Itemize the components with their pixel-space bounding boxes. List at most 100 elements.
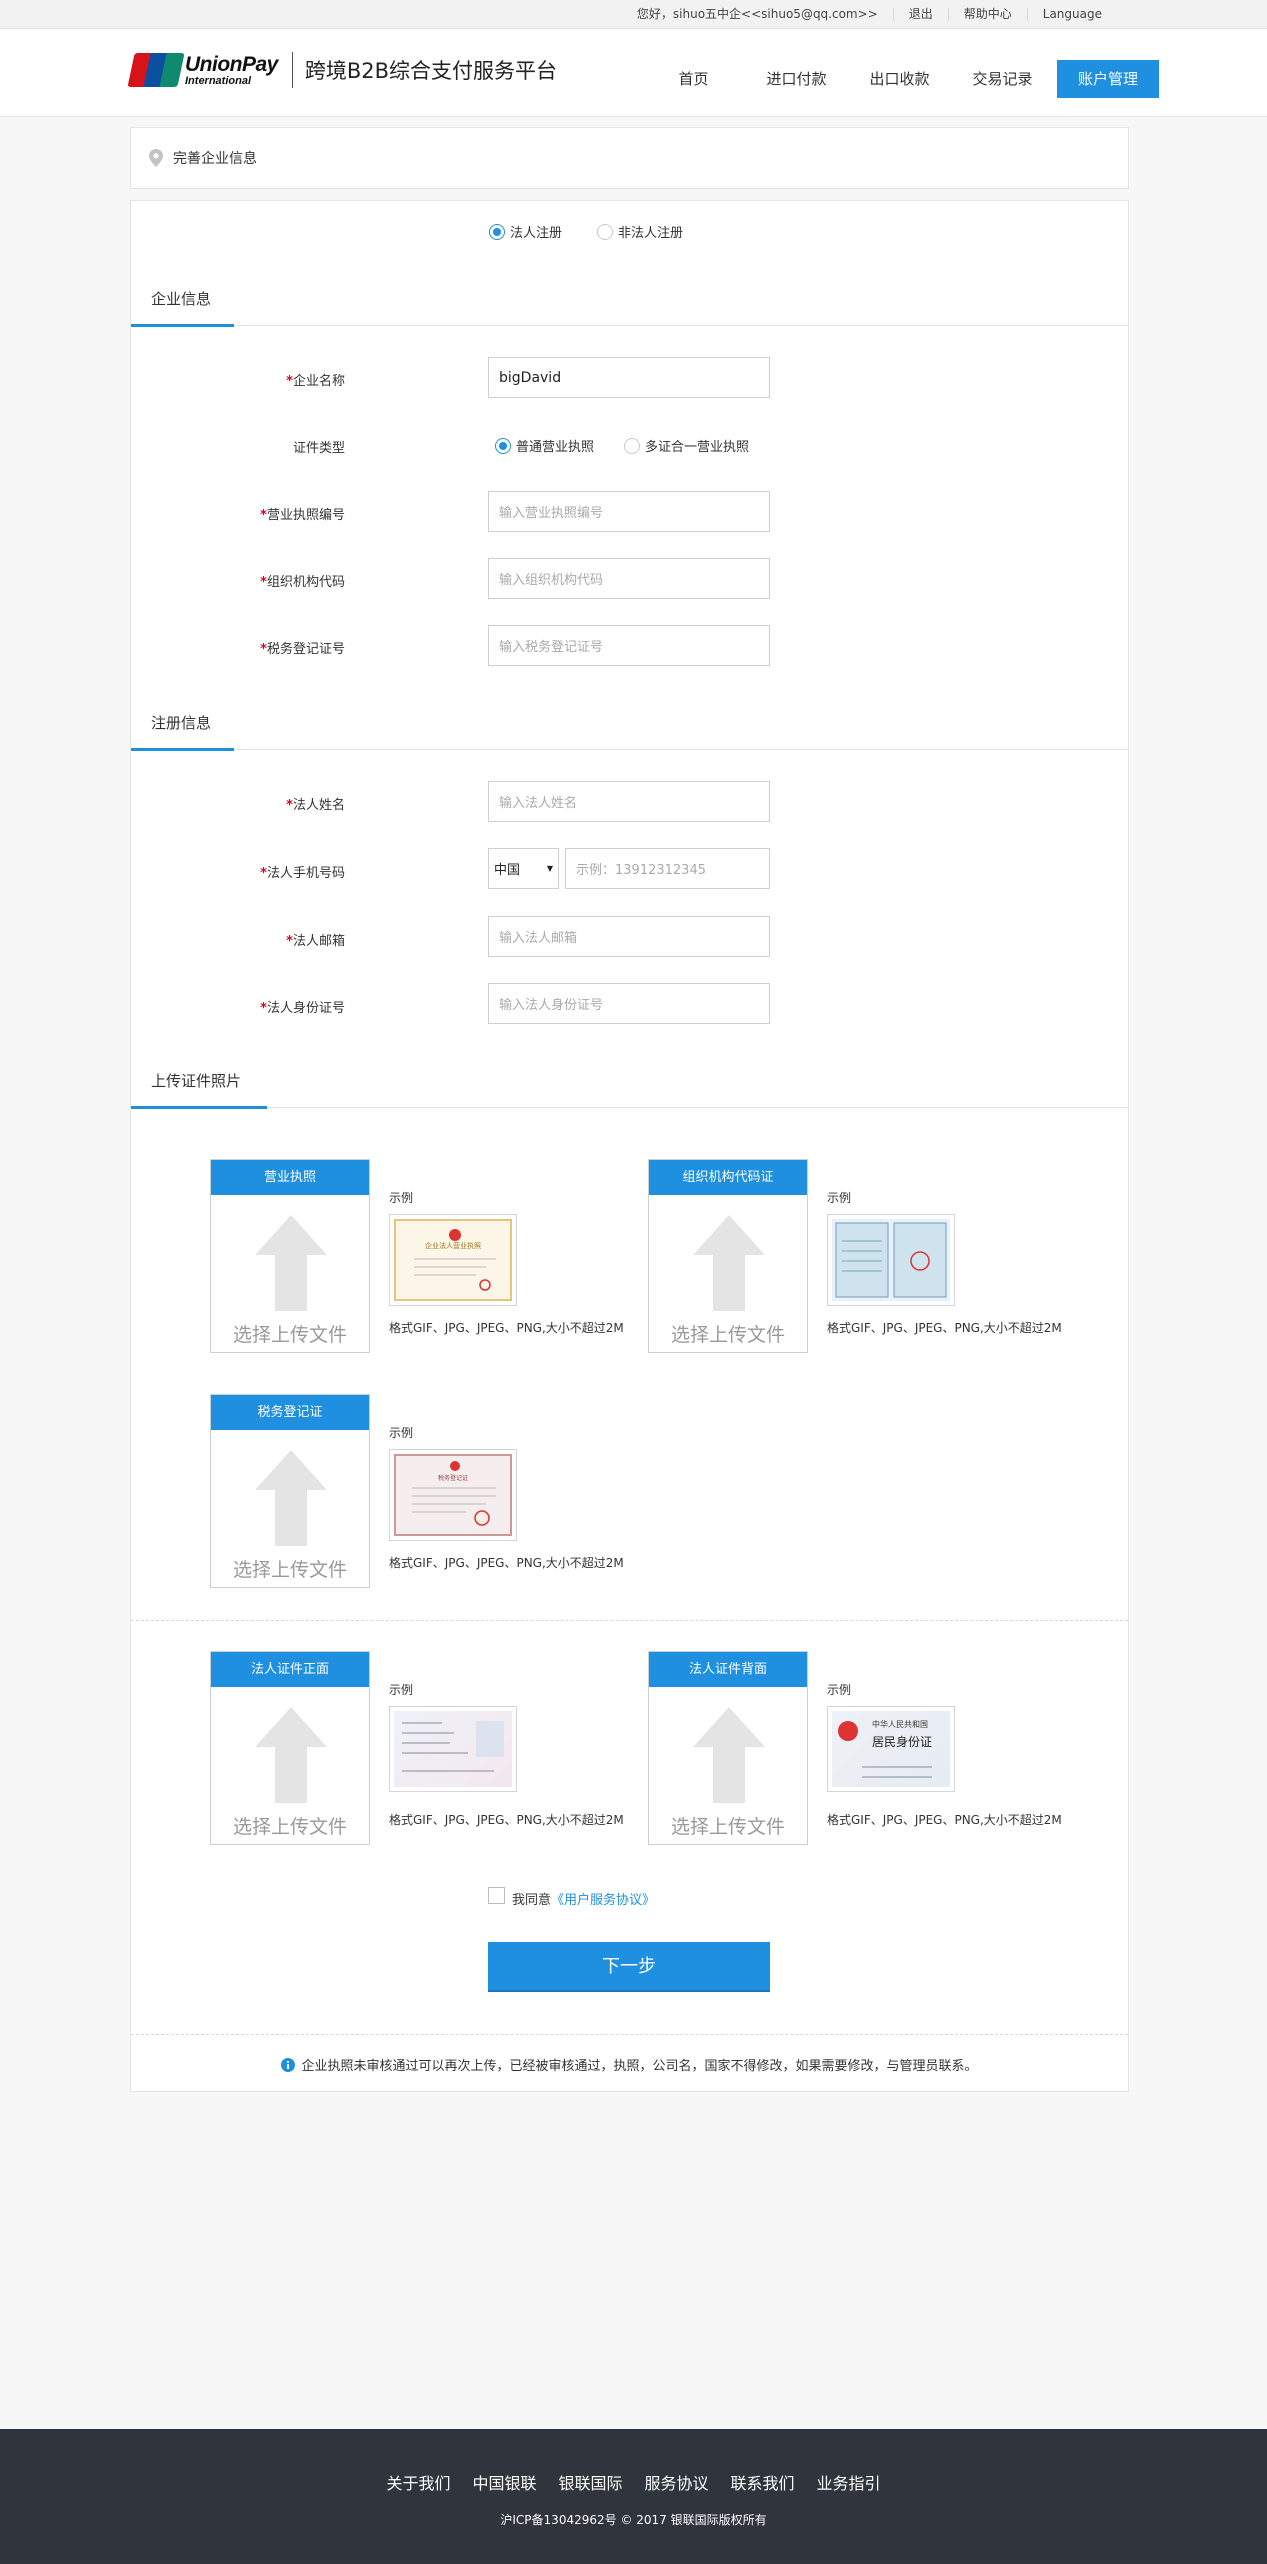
- format-note: 格式GIF、JPG、JPEG、PNG,大小不超过2M: [827, 1321, 1062, 1335]
- section-register-info: 注册信息: [131, 690, 1128, 751]
- upload-arrow-icon: [255, 1215, 327, 1311]
- legal-phone-input[interactable]: 示例：13912312345: [565, 848, 770, 889]
- unionpay-logo-mark: [127, 53, 185, 87]
- id-back-sample-image: 中华人民共和国 居民身份证: [827, 1706, 955, 1792]
- country-code-select[interactable]: 中国 ▼: [488, 848, 559, 889]
- example-label: 示例: [389, 1191, 414, 1205]
- notice-bar: 企业执照未审核通过可以再次上传，已经被审核通过，执照，公司名，国家不得修改，如果…: [131, 2055, 1128, 2074]
- info-icon: [281, 2058, 296, 2072]
- dropdown-arrow-icon: ▼: [546, 864, 553, 873]
- upload-box-title: 税务登记证: [211, 1395, 369, 1430]
- upload-text: 选择上传文件: [670, 1816, 785, 1838]
- upload-box-title: 法人证件背面: [649, 1652, 807, 1687]
- upload-tax-cert[interactable]: 税务登记证 选择上传文件: [210, 1394, 370, 1588]
- example-label: 示例: [389, 1426, 414, 1440]
- upload-box-title: 法人证件正面: [211, 1652, 369, 1687]
- example-label: 示例: [389, 1683, 414, 1697]
- radio-normal-license[interactable]: 普通营业执照: [495, 436, 594, 455]
- agreement-text: 我同意《用户服务协议》: [512, 1893, 656, 1908]
- register-type-group: 法人注册 非法人注册: [489, 222, 683, 241]
- footer-links: 关于我们 中国银联 银联国际 服务协议 联系我们 业务指引: [0, 2470, 1267, 2494]
- upload-text: 选择上传文件: [232, 1816, 347, 1838]
- nav-account-management[interactable]: 账户管理: [1057, 60, 1159, 98]
- company-name-label: *企业名称: [286, 374, 345, 389]
- section-underline: [131, 748, 234, 751]
- example-label: 示例: [827, 1683, 852, 1697]
- radio-non-legal-person[interactable]: 非法人注册: [597, 222, 683, 241]
- section-title: 注册信息: [151, 714, 212, 732]
- breadcrumb: 完善企业信息: [130, 127, 1129, 189]
- org-code-input[interactable]: 输入组织机构代码: [488, 558, 770, 599]
- nav-export-collection[interactable]: 出口收款: [848, 60, 951, 98]
- location-pin-icon: [149, 149, 163, 167]
- sample-text: 中华人民共和国: [872, 1720, 928, 1729]
- section-underline: [131, 324, 234, 327]
- site-footer: 关于我们 中国银联 银联国际 服务协议 联系我们 业务指引 沪ICP备13042…: [0, 2429, 1267, 2564]
- top-bar: 您好，sihuo五中企<<sihuo5@qq.com>> 退出 帮助中心 Lan…: [0, 0, 1267, 29]
- license-no-input[interactable]: 输入营业执照编号: [488, 491, 770, 532]
- logout-link[interactable]: 退出: [892, 8, 948, 21]
- legal-email-input[interactable]: 输入法人邮箱: [488, 916, 770, 957]
- format-note: 格式GIF、JPG、JPEG、PNG,大小不超过2M: [389, 1813, 624, 1827]
- main-nav: 首页 进口付款 出口收款 交易记录 账户管理: [642, 60, 1159, 98]
- nav-import-payment[interactable]: 进口付款: [745, 60, 848, 98]
- legal-id-label: *法人身份证号: [260, 1001, 345, 1016]
- upload-arrow-icon: [693, 1215, 765, 1311]
- footer-link-guide[interactable]: 业务指引: [817, 2470, 881, 2494]
- footer-link-about[interactable]: 关于我们: [386, 2470, 450, 2494]
- legal-name-input[interactable]: 输入法人姓名: [488, 781, 770, 822]
- agree-checkbox[interactable]: [488, 1887, 505, 1904]
- id-card-front-icon: [402, 1721, 504, 1772]
- footer-link-cup[interactable]: 中国银联: [472, 2470, 536, 2494]
- legal-name-label: *法人姓名: [286, 798, 345, 813]
- main-form-panel: 法人注册 非法人注册 企业信息 *企业名称 bigDavid 证件类型 普通营业…: [130, 200, 1129, 2092]
- radio-selected-icon: [489, 223, 505, 240]
- help-center-link[interactable]: 帮助中心: [947, 8, 1027, 21]
- section-underline: [131, 1106, 267, 1109]
- format-note: 格式GIF、JPG、JPEG、PNG,大小不超过2M: [389, 1556, 624, 1570]
- footer-link-upi[interactable]: 银联国际: [558, 2470, 622, 2494]
- nav-home[interactable]: 首页: [642, 60, 745, 98]
- upload-text: 选择上传文件: [670, 1324, 785, 1346]
- upload-business-license[interactable]: 营业执照 选择上传文件: [210, 1159, 370, 1353]
- dashed-divider: [131, 1620, 1128, 1621]
- sample-text: 税务登记证: [437, 1475, 468, 1482]
- upload-text: 选择上传文件: [232, 1559, 347, 1581]
- nav-transactions[interactable]: 交易记录: [951, 60, 1054, 98]
- footer-link-terms[interactable]: 服务协议: [645, 2470, 709, 2494]
- legal-email-label: *法人邮箱: [286, 934, 345, 949]
- radio-legal-person[interactable]: 法人注册: [489, 222, 562, 241]
- section-company-info: 企业信息: [131, 266, 1128, 327]
- upload-id-front[interactable]: 法人证件正面 选择上传文件: [210, 1651, 370, 1845]
- upload-text: 选择上传文件: [232, 1324, 347, 1346]
- tax-cert-emblem-icon: [412, 1461, 496, 1526]
- upload-id-back[interactable]: 法人证件背面 选择上传文件: [648, 1651, 808, 1845]
- radio-empty-icon: [597, 223, 614, 240]
- company-name-input[interactable]: bigDavid: [488, 357, 770, 398]
- sample-text: 居民身份证: [872, 1735, 933, 1749]
- language-switch[interactable]: Language: [1026, 8, 1117, 21]
- radio-selected-icon: [495, 437, 511, 454]
- upload-box-title: 营业执照: [211, 1160, 369, 1195]
- footer-link-contact[interactable]: 联系我们: [731, 2470, 795, 2494]
- radio-empty-icon: [624, 437, 641, 454]
- dashed-divider: [131, 2034, 1128, 2035]
- legal-id-input[interactable]: 输入法人身份证号: [488, 983, 770, 1024]
- tax-no-input[interactable]: 输入税务登记证号: [488, 625, 770, 666]
- platform-title: 跨境B2B综合支付服务平台: [304, 59, 558, 83]
- upload-box-title: 组织机构代码证: [649, 1160, 807, 1195]
- user-agreement-link[interactable]: 《用户服务协议》: [551, 1893, 655, 1908]
- logo-divider: [291, 52, 293, 88]
- upload-org-code-cert[interactable]: 组织机构代码证 选择上传文件: [648, 1159, 808, 1353]
- section-upload: 上传证件照片: [131, 1048, 1128, 1109]
- org-code-card-icon: [835, 1222, 947, 1298]
- breadcrumb-title: 完善企业信息: [173, 151, 257, 167]
- site-header: UnionPay International 跨境B2B综合支付服务平台 首页 …: [0, 30, 1267, 117]
- radio-multi-license[interactable]: 多证合一营业执照: [624, 436, 749, 455]
- next-step-button[interactable]: 下一步: [488, 1942, 770, 1992]
- section-title: 上传证件照片: [151, 1072, 242, 1090]
- cert-type-label: 证件类型: [292, 441, 345, 456]
- unionpay-logo[interactable]: UnionPay International 跨境B2B综合支付服务平台: [127, 52, 558, 88]
- upload-arrow-icon: [255, 1450, 327, 1546]
- sample-text: 企业法人营业执照: [425, 1242, 481, 1250]
